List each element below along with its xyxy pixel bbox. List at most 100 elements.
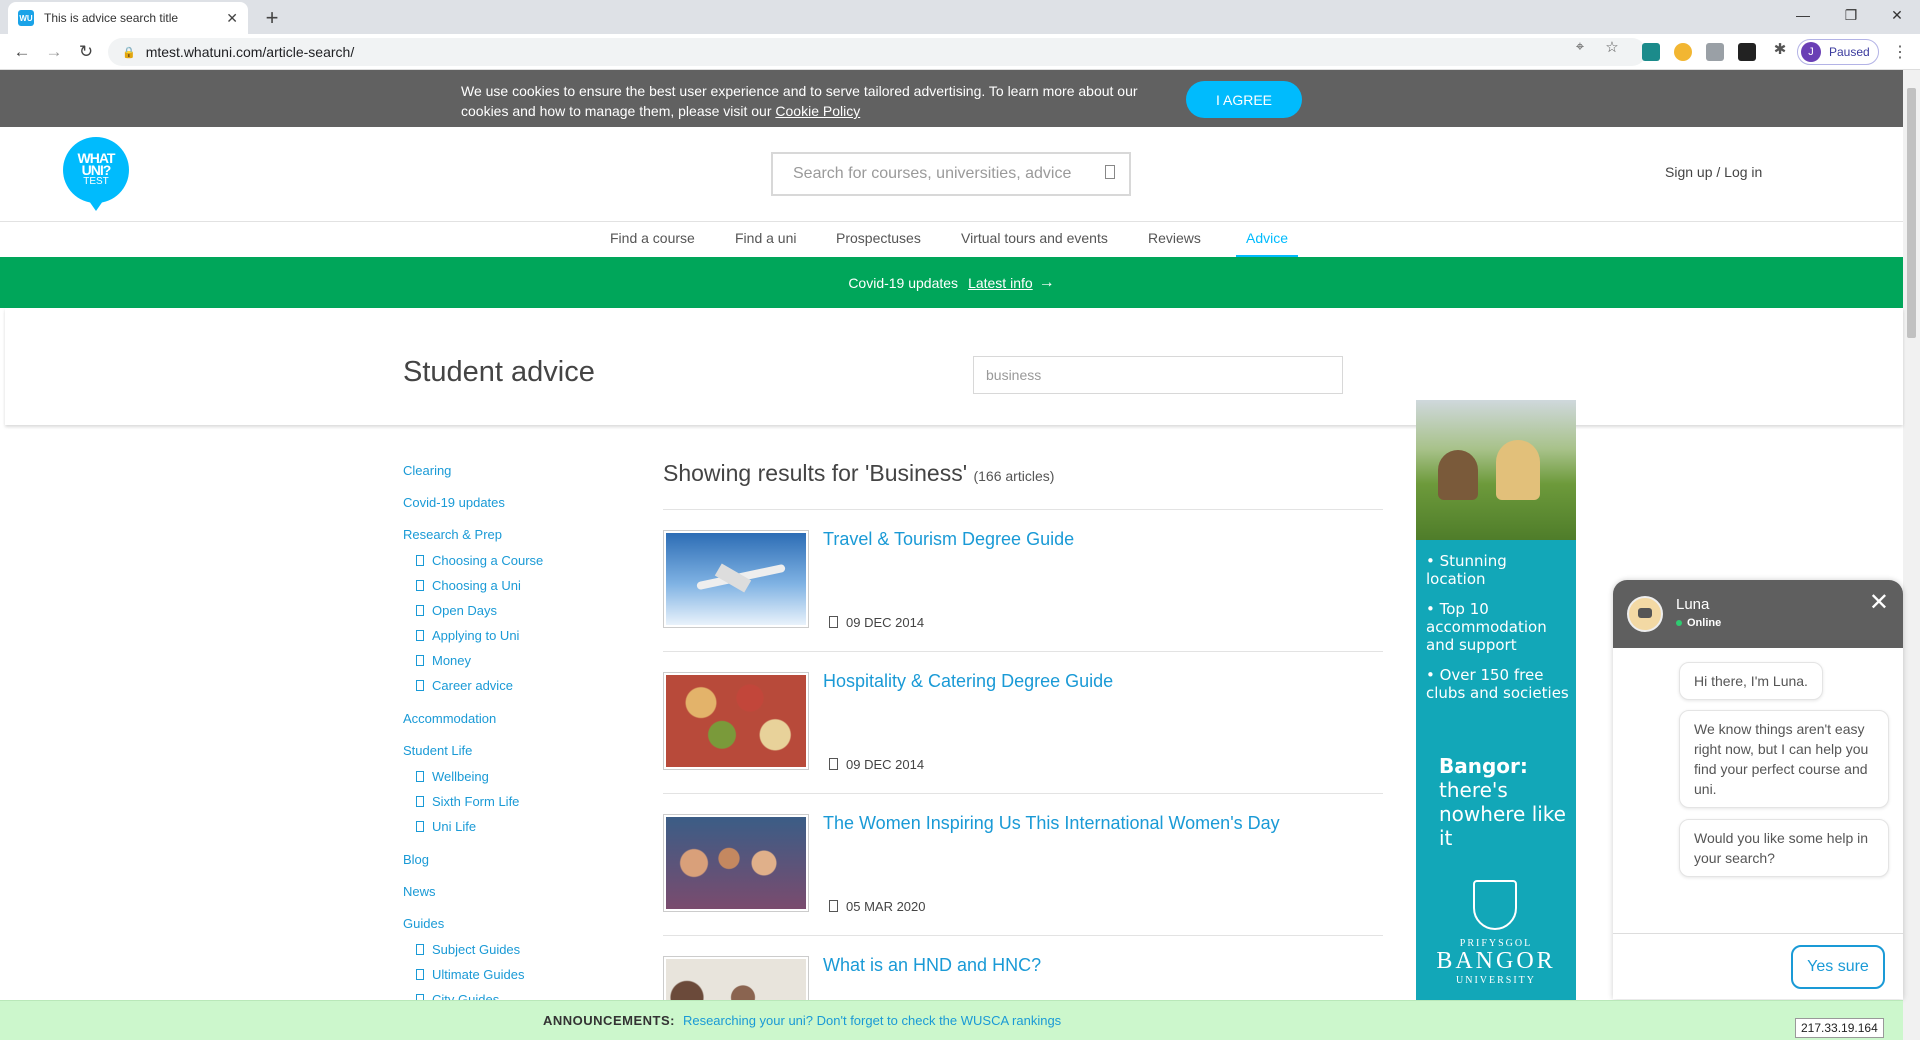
sidebar-sub-applying[interactable]: Applying to Uni bbox=[416, 628, 519, 643]
chatbot-avatar bbox=[1627, 596, 1663, 632]
chat-status: Online bbox=[1676, 617, 1721, 629]
results-count: (166 articles) bbox=[973, 468, 1055, 484]
covid-banner: Covid-19 updates Latest info → bbox=[0, 257, 1903, 308]
sidebar-sub-sixth-form[interactable]: Sixth Form Life bbox=[416, 794, 519, 809]
sidebar-sub-open-days[interactable]: Open Days bbox=[416, 603, 497, 618]
page-title: Student advice bbox=[403, 356, 595, 388]
restore-icon[interactable]: ❐ bbox=[1828, 0, 1874, 30]
divider bbox=[663, 935, 1383, 936]
sidebar-item-student-life[interactable]: Student Life bbox=[403, 743, 472, 758]
divider bbox=[663, 509, 1383, 510]
extension-icon[interactable] bbox=[1674, 43, 1692, 61]
ad-tagline: Bangor: there's nowhere like it bbox=[1439, 754, 1576, 850]
ad-uni-name: BANGOR bbox=[1436, 948, 1556, 974]
whatuni-logo[interactable]: WHAT UNI? TEST bbox=[63, 137, 129, 211]
scrollbar-thumb[interactable] bbox=[1907, 88, 1916, 338]
new-tab-button[interactable]: + bbox=[258, 4, 286, 32]
header-search-input[interactable]: Search for courses, universities, advice bbox=[771, 152, 1131, 196]
nav-prospectuses[interactable]: Prospectuses bbox=[836, 230, 921, 246]
extension-icon[interactable] bbox=[1706, 43, 1724, 61]
sidebar-item-research[interactable]: Research & Prep bbox=[403, 527, 502, 542]
browser-tabbar: WU This is advice search title ✕ + — ❐ ✕ bbox=[0, 0, 1920, 34]
nav-find-course[interactable]: Find a course bbox=[610, 230, 695, 246]
sidebar-sub-ultimate-guides[interactable]: Ultimate Guides bbox=[416, 967, 524, 982]
sidebar-sub-subject-guides[interactable]: Subject Guides bbox=[416, 942, 520, 957]
article-title-link[interactable]: What is an HND and HNC? bbox=[823, 955, 1041, 976]
ad-tagline-rest: there's nowhere like it bbox=[1439, 778, 1566, 850]
cookie-banner: We use cookies to ensure the best user e… bbox=[0, 70, 1903, 127]
sidebar-item-covid[interactable]: Covid-19 updates bbox=[403, 495, 505, 510]
browser-tab[interactable]: WU This is advice search title ✕ bbox=[8, 2, 248, 34]
tab-close-icon[interactable]: ✕ bbox=[226, 10, 238, 27]
signup-login-link[interactable]: Sign up / Log in bbox=[1665, 164, 1762, 180]
divider bbox=[663, 793, 1383, 794]
sidebar-sub-choosing-course[interactable]: Choosing a Course bbox=[416, 553, 543, 568]
results-heading: Showing results for 'Business' (166 arti… bbox=[663, 460, 1054, 487]
chat-agent-name: Luna bbox=[1676, 596, 1710, 613]
covid-text: Covid-19 updates bbox=[848, 274, 959, 291]
announcement-link[interactable]: Researching your uni? Don't forget to ch… bbox=[683, 1013, 1061, 1028]
latest-info-link[interactable]: Latest info bbox=[968, 275, 1033, 291]
nav-reviews[interactable]: Reviews bbox=[1148, 230, 1201, 246]
article-thumbnail[interactable] bbox=[663, 530, 809, 628]
sidebar-sub-uni-life[interactable]: Uni Life bbox=[416, 819, 476, 834]
university-crest-icon bbox=[1473, 880, 1517, 930]
article-date: 05 MAR 2020 bbox=[829, 899, 926, 914]
sidebar-item-guides[interactable]: Guides bbox=[403, 916, 444, 931]
article-thumbnail[interactable] bbox=[663, 814, 809, 912]
bangor-university-ad[interactable]: • Stunning location • Top 10 accommodati… bbox=[1416, 400, 1576, 1000]
cookie-policy-link[interactable]: Cookie Policy bbox=[775, 103, 860, 119]
article-title-link[interactable]: Travel & Tourism Degree Guide bbox=[823, 529, 1074, 550]
ip-address-tooltip: 217.33.19.164 bbox=[1795, 1018, 1884, 1038]
ad-bullet: • Stunning location bbox=[1426, 552, 1507, 588]
sidebar-item-news[interactable]: News bbox=[403, 884, 436, 899]
extension-icon[interactable] bbox=[1642, 43, 1660, 61]
back-icon[interactable]: ← bbox=[10, 40, 34, 64]
sidebar-item-clearing[interactable]: Clearing bbox=[403, 463, 451, 478]
chat-header: Luna Online ✕ bbox=[1613, 580, 1903, 648]
sidebar-sub-money[interactable]: Money bbox=[416, 653, 471, 668]
article-title-link[interactable]: Hospitality & Catering Degree Guide bbox=[823, 671, 1113, 692]
ad-bullet: • Top 10 accommodation and support bbox=[1426, 600, 1547, 654]
extension-icon[interactable] bbox=[1738, 43, 1756, 61]
browser-menu-icon[interactable]: ⋮ bbox=[1892, 42, 1908, 62]
tab-title: This is advice search title bbox=[44, 11, 179, 25]
sidebar-sub-choosing-uni[interactable]: Choosing a Uni bbox=[416, 578, 521, 593]
search-icon[interactable] bbox=[1105, 165, 1115, 179]
extensions-puzzle-icon[interactable]: ✱ bbox=[1768, 40, 1792, 58]
forward-icon[interactable]: → bbox=[42, 40, 66, 64]
advice-search-input[interactable]: business bbox=[973, 356, 1343, 394]
page-scrollbar[interactable] bbox=[1903, 70, 1920, 1040]
favicon-icon: WU bbox=[18, 10, 34, 26]
minimize-icon[interactable]: — bbox=[1780, 0, 1826, 30]
article-thumbnail[interactable] bbox=[663, 672, 809, 770]
bookmark-star-icon[interactable]: ☆ bbox=[1600, 38, 1624, 56]
address-bar-row: ← → ↻ 🔒 mtest.whatuni.com/article-search… bbox=[0, 34, 1920, 70]
main-nav: Find a course Find a uni Prospectuses Vi… bbox=[0, 221, 1903, 257]
agree-button[interactable]: I AGREE bbox=[1186, 81, 1302, 118]
chat-message: We know things aren't easy right now, bu… bbox=[1679, 710, 1889, 808]
sidebar-item-blog[interactable]: Blog bbox=[403, 852, 429, 867]
window-close-icon[interactable]: ✕ bbox=[1874, 0, 1920, 30]
chat-message: Hi there, I'm Luna. bbox=[1679, 662, 1823, 700]
article-thumbnail[interactable] bbox=[663, 956, 809, 1000]
chat-close-icon[interactable]: ✕ bbox=[1869, 588, 1889, 617]
arrow-right-icon[interactable]: → bbox=[1039, 274, 1055, 292]
yes-sure-button[interactable]: Yes sure bbox=[1791, 945, 1885, 989]
url-text: mtest.whatuni.com/article-search/ bbox=[145, 44, 355, 60]
nav-advice[interactable]: Advice bbox=[1246, 230, 1288, 246]
sidebar-item-accommodation[interactable]: Accommodation bbox=[403, 711, 496, 726]
advice-header bbox=[5, 308, 1903, 425]
profile-button[interactable]: J Paused bbox=[1797, 39, 1879, 65]
article-title-link[interactable]: The Women Inspiring Us This Internationa… bbox=[823, 813, 1280, 834]
sidebar-sub-wellbeing[interactable]: Wellbeing bbox=[416, 769, 489, 784]
cookie-text: We use cookies to ensure the best user e… bbox=[461, 81, 1151, 121]
nav-find-uni[interactable]: Find a uni bbox=[735, 230, 796, 246]
url-bar[interactable]: 🔒 mtest.whatuni.com/article-search/ bbox=[108, 38, 1646, 66]
announcement-label: ANNOUNCEMENTS: bbox=[543, 1013, 675, 1028]
location-icon[interactable]: ⌖ bbox=[1568, 38, 1592, 55]
reload-icon[interactable]: ↻ bbox=[74, 40, 98, 64]
search-placeholder: Search for courses, universities, advice bbox=[793, 165, 1072, 182]
nav-virtual-tours[interactable]: Virtual tours and events bbox=[961, 230, 1108, 246]
sidebar-sub-career[interactable]: Career advice bbox=[416, 678, 513, 693]
